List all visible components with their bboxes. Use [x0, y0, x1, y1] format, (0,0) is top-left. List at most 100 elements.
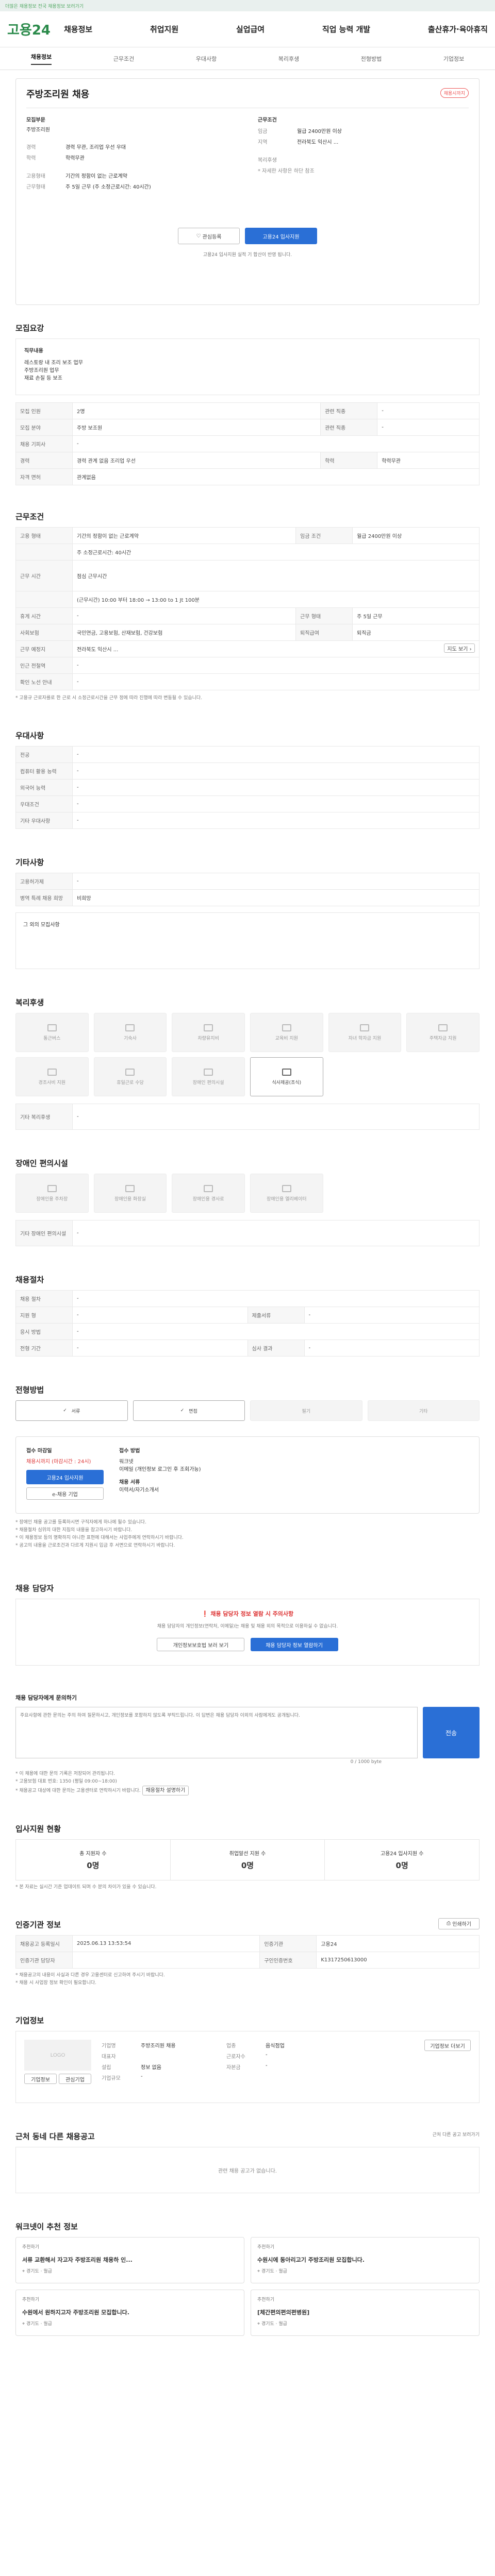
recommend-card[interactable]: 추천하기 [체간편의편의편병원] ⌖ 경기도 · 월급: [251, 2290, 480, 2336]
meta-note: * 채용 시 사업장 정보 확인이 필요합니다.: [15, 1980, 97, 1986]
table-row: 병역 특례 채용 희망 비희망: [15, 889, 480, 906]
recommend-card[interactable]: 추천하기 수원시에 동아리고기 주방조리원 모집합니다. ⌖ 경기도 · 월급: [251, 2237, 480, 2283]
table-row: 기타 장애인 편의시설 -: [15, 1220, 480, 1246]
table-row: 자격 면허 관계없음: [15, 468, 480, 485]
related-link[interactable]: 근처 다른 공고 보러가기: [433, 2131, 480, 2139]
recruit-section: 모집요강 직무내용 레스토랑 내 조리 보조 업무 주방조리원 업무 재료 손질…: [0, 315, 495, 485]
company-info-button[interactable]: 기업정보: [24, 2074, 57, 2084]
contact-warning: ❗ 채용 담당자 정보 열람 시 주의사항: [201, 1611, 294, 1617]
apply-docs-label: 채용 서류: [119, 1480, 140, 1485]
facility-item: 장애인용 화장실: [93, 1174, 167, 1213]
printer-icon: ⎙: [447, 1921, 453, 1926]
meta-note: * 채용공고의 내용이 사실과 다른 경우 고용센터로 신고하여 주시기 바랍니…: [15, 1973, 165, 1978]
send-button[interactable]: 전송: [423, 1707, 480, 1758]
other-title: 기타사항: [15, 858, 44, 867]
inquiry-section: 채용 담당자에게 문의하기 전송 0 / 1000 byte * 이 채용에 대…: [0, 1686, 495, 1795]
welfare-item: 교육비 지원: [250, 1013, 323, 1052]
status-section: 입사지원 현황 총 지원자 수 0명 취업알선 지원 수 0명 고용24 입사지원 …: [0, 1816, 495, 1891]
work-cond-label: 근무조건: [258, 117, 277, 123]
check-icon: ✓: [63, 1408, 69, 1413]
site-logo[interactable]: 고용24: [7, 20, 64, 39]
work-section: 근무조건 고용 형태 기간의 정함이 없는 근로계약 임금 조건 월급 2400만원 …: [0, 504, 495, 702]
table-row: 모집 인원 2명 관련 직종 -: [15, 402, 480, 419]
tab-prefer[interactable]: 우대사항: [196, 55, 217, 63]
welfare-item: 통근버스: [15, 1013, 89, 1052]
company-logo-col: LOGO 기업정보 관심기업: [24, 2040, 91, 2094]
car-icon: [204, 1024, 213, 1031]
table-row: 컴퓨터 활용 능력 -: [15, 762, 480, 779]
gnb-item[interactable]: 실업급여: [236, 24, 265, 35]
table-row: 전공 -: [15, 746, 480, 763]
top-notice-bar[interactable]: 더많은 채용정보 전국 채용정보 보러가기: [0, 0, 495, 11]
gnb-item[interactable]: 채용정보: [64, 24, 92, 35]
view-contact-button[interactable]: 채용 담당자 정보 열람하기: [250, 1638, 338, 1651]
apply-method-button[interactable]: e-채용 기업: [26, 1487, 104, 1500]
bus-icon: [47, 1024, 57, 1031]
privacy-law-button[interactable]: 개인정보보호법 보러 보기: [157, 1638, 245, 1651]
apply-method-label: 접수 방법: [119, 1448, 140, 1454]
meta-section: 인증기관 정보 ⎙ 인쇄하기 채용공고 등록일시 2025.06.13 13:53…: [0, 1912, 495, 1987]
steps-row: ✓ 서류 ✓ 면접 필기 기타: [15, 1400, 480, 1421]
disabled-title: 장애인 편의시설: [15, 1159, 68, 1168]
table-row: 외국어 능력 -: [15, 779, 480, 796]
tab-company[interactable]: 기업정보: [443, 55, 464, 63]
other-extra-box: 그 외의 모집사항: [15, 912, 480, 969]
gift-icon: [47, 1068, 57, 1076]
print-button[interactable]: ⎙ 인쇄하기: [438, 1918, 480, 1929]
location-icon: ⌖: [22, 2321, 26, 2327]
related-section: 근처 동네 다른 채용공고 근처 다른 공고 보러가기 관련 채용 공고가 없습…: [0, 2124, 495, 2193]
process-table: 채용 절차 - 지원 형 - 제출서류 - 응시 방법 - 전형 기간 - 심사 결과 -: [15, 1290, 480, 1357]
prefer-title: 우대사항: [15, 731, 44, 740]
other-extra-text: 그 외의 모집사항: [23, 922, 60, 928]
other-table: 고용허가제 - 병역 특례 채용 희망 비희망: [15, 873, 480, 906]
company-fav-button[interactable]: 관심기업: [59, 2074, 91, 2084]
apply-sub-note: 고용24 입사지원 실적 기 합산이 반영 됩니다.: [203, 252, 292, 258]
table-row: 고용 형태 기간의 정함이 없는 근로계약 임금 조건 월급 2400만원 이상: [15, 527, 480, 544]
other-section: 기타사항 고용허가제 - 병역 특례 채용 희망 비희망 그 외의 모집사항: [0, 850, 495, 969]
desc-headline: 직무내용: [24, 348, 43, 354]
desc-line: 재료 손질 등 보조: [24, 376, 62, 381]
tab-work[interactable]: 근무조건: [113, 55, 134, 63]
recommend-card[interactable]: 추천하기 수원에서 원하지고자 주방조리원 모집합니다. ⌖ 경기도 · 월급: [15, 2290, 244, 2336]
table-row: 확인 노선 안내 -: [15, 673, 480, 690]
tab-welfare[interactable]: 복리후생: [278, 55, 299, 63]
table-row: 인증기관 담당자 구인인증번호 K1317250613000: [15, 1952, 480, 1969]
apply-submit-button[interactable]: 고용24 입사지원: [26, 1470, 104, 1484]
status-item: 고용24 입사지원 수 0명: [380, 1851, 424, 1870]
apply-section: 접수 마감일 채용시까지 (마감시간 : 24시) 고용24 입사지원 e-채용…: [0, 1436, 495, 1550]
save-button[interactable]: ♡ 관심등록: [178, 228, 240, 244]
tab-process[interactable]: 전형방법: [361, 55, 382, 63]
job-summary: 주방조리원 채용 채용시까지 모집부문 주방조리원 경력 경력 무관, 조리업 우…: [0, 70, 495, 305]
gnb-item[interactable]: 직업 능력 개발: [322, 24, 370, 35]
job-info-right: 근무조건 임금 월급 2400만원 이상 지역 전라북도 익산시 ... 복리후생 …: [258, 115, 469, 192]
gnb-item[interactable]: 취업지원: [150, 24, 178, 35]
job-title: 주방조리원 채용: [26, 89, 90, 100]
dorm-icon: [125, 1024, 135, 1031]
info-row: 복리후생: [258, 158, 277, 163]
welfare-item-active: 식사제공(조식): [250, 1057, 323, 1096]
inquiry-textarea[interactable]: [15, 1707, 418, 1758]
company-detail-button[interactable]: 기업정보 더보기: [424, 2040, 471, 2051]
table-row: 경력 경력 관계 없음 조리업 우선 학력 학력무관: [15, 452, 480, 469]
gnb-item[interactable]: 출산휴가·육아휴직: [428, 24, 488, 35]
table-row: 주 소정근로시간: 40시간: [15, 544, 480, 561]
tab-recruit[interactable]: 채용정보: [30, 53, 52, 65]
apply-button[interactable]: 고용24 입사지원: [245, 228, 317, 244]
welfare-etc-table: 기타 복리후생 -: [15, 1104, 480, 1130]
info-row: 학력 학력무관: [26, 156, 85, 161]
table-row: 모집 분야 주방 보조원 관련 직종 -: [15, 419, 480, 436]
facility-item: 장애인용 주차장: [15, 1174, 89, 1213]
recruit-table: 모집 인원 2명 관련 직종 - 모집 분야 주방 보조원 관련 직종 - 채용 기피사 - …: [15, 402, 480, 485]
status-item: 취업알선 지원 수 0명: [171, 1840, 325, 1880]
section-tabs: 채용정보 근무조건 우대사항 복리후생 전형방법 기업정보: [0, 47, 495, 70]
map-button[interactable]: 지도 보기 ›: [444, 643, 475, 653]
disabled-section: 장애인 편의시설 장애인용 주차장 장애인용 화장실 장애인용 경사로 장애인용…: [0, 1150, 495, 1246]
calendar-icon: [125, 1068, 135, 1076]
table-row: 기타 우대사항 -: [15, 812, 480, 829]
job-actions: ♡ 관심등록 고용24 입사지원: [26, 228, 469, 244]
disabled-etc-table: 기타 장애인 편의시설 -: [15, 1220, 480, 1246]
recommend-grid: 추천하기 서류 교환해서 자고자 주방조리원 채용하 인... ⌖ 경기도 · …: [15, 2237, 480, 2336]
procedure-button[interactable]: 채용절차 설명하기: [142, 1786, 189, 1795]
recommend-card[interactable]: 추천하기 서류 교환해서 자고자 주방조리원 채용하 인... ⌖ 경기도 · …: [15, 2237, 244, 2283]
welfare-item: 자녀 학자금 지원: [328, 1013, 402, 1052]
